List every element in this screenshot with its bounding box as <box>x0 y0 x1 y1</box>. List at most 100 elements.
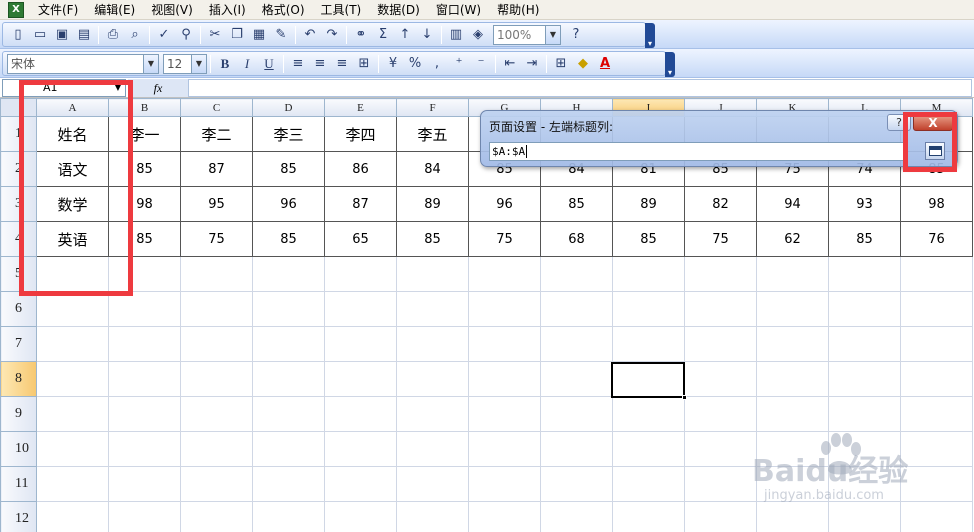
cell-h3[interactable]: 85 <box>540 186 613 222</box>
cell-g3[interactable]: 96 <box>468 186 541 222</box>
cell-m12[interactable] <box>900 501 973 532</box>
cell-k9[interactable] <box>756 396 829 432</box>
cell-i7[interactable] <box>612 326 685 362</box>
menu-window[interactable]: 窗口(W) <box>428 1 489 19</box>
italic-icon[interactable]: I <box>236 53 258 75</box>
cell-e5[interactable] <box>324 256 397 292</box>
cell-a7[interactable] <box>36 326 109 362</box>
cell-g5[interactable] <box>468 256 541 292</box>
font-color-icon[interactable]: A <box>594 53 616 75</box>
save-icon[interactable]: ▣ <box>51 24 73 46</box>
cell-a2[interactable]: 语文 <box>36 151 109 187</box>
cell-b1[interactable]: 李一 <box>108 116 181 152</box>
chevron-down-icon[interactable]: ▼ <box>143 54 158 73</box>
excel-app-icon[interactable]: X <box>8 1 24 18</box>
sort-ascending-icon[interactable]: ↑ <box>394 24 416 46</box>
cell-l12[interactable] <box>828 501 901 532</box>
spelling-icon[interactable]: ✓ <box>153 24 175 46</box>
row-header-9[interactable]: 9 <box>0 396 37 432</box>
cell-l4[interactable]: 85 <box>828 221 901 257</box>
cell-f1[interactable]: 李五 <box>396 116 469 152</box>
cell-b3[interactable]: 98 <box>108 186 181 222</box>
cell-f9[interactable] <box>396 396 469 432</box>
cell-c2[interactable]: 87 <box>180 151 253 187</box>
close-button[interactable]: X <box>913 114 953 131</box>
cell-k12[interactable] <box>756 501 829 532</box>
cell-e6[interactable] <box>324 291 397 327</box>
cell-i10[interactable] <box>612 431 685 467</box>
cell-a6[interactable] <box>36 291 109 327</box>
cell-e11[interactable] <box>324 466 397 502</box>
cell-e3[interactable]: 87 <box>324 186 397 222</box>
comma-icon[interactable]: , <box>426 53 448 75</box>
chevron-down-icon[interactable]: ▼ <box>191 54 206 73</box>
cell-k10[interactable] <box>756 431 829 467</box>
chevron-down-icon[interactable]: ▼ <box>545 25 560 44</box>
cell-c6[interactable] <box>180 291 253 327</box>
cell-g6[interactable] <box>468 291 541 327</box>
cell-k7[interactable] <box>756 326 829 362</box>
cell-a5[interactable] <box>36 256 109 292</box>
cell-i3[interactable]: 89 <box>612 186 685 222</box>
select-all-corner[interactable] <box>0 98 37 117</box>
cell-g7[interactable] <box>468 326 541 362</box>
cell-f2[interactable]: 84 <box>396 151 469 187</box>
increase-decimal-icon[interactable]: ⁺ <box>448 53 470 75</box>
cell-m10[interactable] <box>900 431 973 467</box>
row-header-1[interactable]: 1 <box>0 116 37 152</box>
fill-color-icon[interactable]: ◆ <box>572 53 594 75</box>
cell-b11[interactable] <box>108 466 181 502</box>
cell-l10[interactable] <box>828 431 901 467</box>
hyperlink-icon[interactable]: ⚭ <box>350 24 372 46</box>
toolbar-options-icon[interactable]: ▾ <box>665 52 675 77</box>
cell-k11[interactable] <box>756 466 829 502</box>
cell-f11[interactable] <box>396 466 469 502</box>
cell-j10[interactable] <box>684 431 757 467</box>
cell-i11[interactable] <box>612 466 685 502</box>
increase-indent-icon[interactable]: ⇥ <box>521 53 543 75</box>
cell-m7[interactable] <box>900 326 973 362</box>
cell-c8[interactable] <box>180 361 253 397</box>
cell-k6[interactable] <box>756 291 829 327</box>
cell-l9[interactable] <box>828 396 901 432</box>
cell-f3[interactable]: 89 <box>396 186 469 222</box>
cell-c4[interactable]: 75 <box>180 221 253 257</box>
row-header-3[interactable]: 3 <box>0 186 37 222</box>
cut-icon[interactable]: ✂ <box>204 24 226 46</box>
cell-h6[interactable] <box>540 291 613 327</box>
toolbar-options-icon[interactable]: ▾ <box>645 23 655 48</box>
cell-c9[interactable] <box>180 396 253 432</box>
undo-icon[interactable]: ↶ <box>299 24 321 46</box>
cell-d7[interactable] <box>252 326 325 362</box>
cell-k3[interactable]: 94 <box>756 186 829 222</box>
menu-tools[interactable]: 工具(T) <box>313 1 370 19</box>
cell-a9[interactable] <box>36 396 109 432</box>
cell-d3[interactable]: 96 <box>252 186 325 222</box>
cell-i8[interactable] <box>612 361 685 397</box>
cell-k4[interactable]: 62 <box>756 221 829 257</box>
merge-center-icon[interactable]: ⊞ <box>353 53 375 75</box>
cell-e1[interactable]: 李四 <box>324 116 397 152</box>
cell-f12[interactable] <box>396 501 469 532</box>
cell-h9[interactable] <box>540 396 613 432</box>
cell-h12[interactable] <box>540 501 613 532</box>
menu-view[interactable]: 视图(V) <box>143 1 201 19</box>
help-button[interactable]: ? <box>887 114 911 131</box>
cell-d4[interactable]: 85 <box>252 221 325 257</box>
cell-j8[interactable] <box>684 361 757 397</box>
row-header-4[interactable]: 4 <box>0 221 37 257</box>
align-center-icon[interactable]: ≡ <box>309 53 331 75</box>
help-icon[interactable]: ? <box>565 24 587 46</box>
formula-input[interactable] <box>188 79 972 97</box>
cell-m5[interactable] <box>900 256 973 292</box>
cell-k8[interactable] <box>756 361 829 397</box>
sort-descending-icon[interactable]: ↓ <box>416 24 438 46</box>
cell-h11[interactable] <box>540 466 613 502</box>
cell-m11[interactable] <box>900 466 973 502</box>
cell-e10[interactable] <box>324 431 397 467</box>
align-left-icon[interactable]: ≡ <box>287 53 309 75</box>
cell-f6[interactable] <box>396 291 469 327</box>
row-header-11[interactable]: 11 <box>0 466 37 502</box>
cell-b2[interactable]: 85 <box>108 151 181 187</box>
decrease-indent-icon[interactable]: ⇤ <box>499 53 521 75</box>
